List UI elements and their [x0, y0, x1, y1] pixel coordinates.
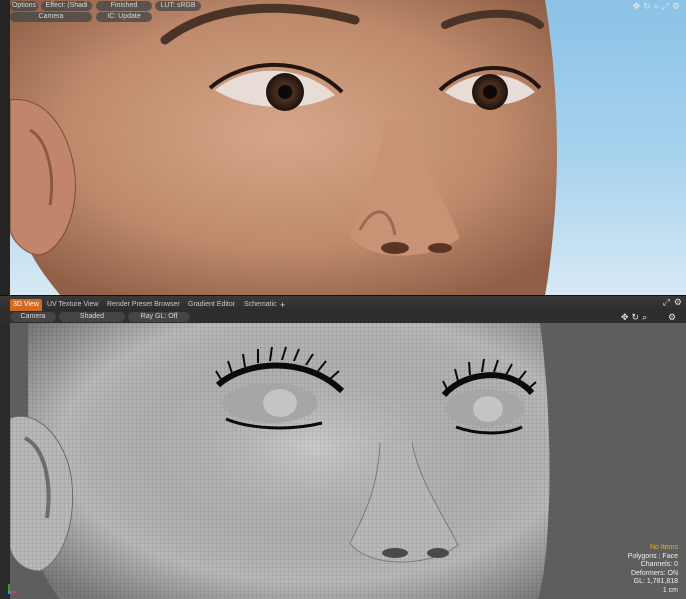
- viewport-camera-dropdown[interactable]: Camera: [10, 312, 56, 322]
- rotate-icon[interactable]: ↻: [643, 1, 651, 12]
- deformers-info: Deformers: ON: [630, 569, 678, 577]
- polygons-info: Polygons : Face: [627, 552, 678, 560]
- viewport-settings: ⚙: [668, 312, 676, 323]
- settings-icon[interactable]: ⚙: [668, 312, 676, 323]
- camera-dropdown[interactable]: Camera: [10, 12, 92, 22]
- lut-dropdown[interactable]: LUT: sRGB: [155, 1, 201, 11]
- viewport-info-panel: No Items Polygons : Face Channels: 0 Def…: [628, 544, 678, 595]
- render-preview: Options Effect: (Shadi Finished LUT: sRG…: [0, 0, 686, 295]
- render-image: [9, 0, 557, 295]
- maximize-icon[interactable]: ⤢: [662, 1, 669, 12]
- move-icon[interactable]: ✥: [633, 1, 641, 12]
- zoom-icon[interactable]: ⌕: [654, 1, 659, 12]
- viewport-left-border: [0, 323, 10, 599]
- 3d-viewport[interactable]: No Items Polygons : Face Channels: 0 Def…: [0, 323, 686, 599]
- rotate-icon[interactable]: ↻: [632, 312, 640, 323]
- shaded-dropdown[interactable]: Shaded: [59, 312, 125, 322]
- render-nav-icons: ✥ ↻ ⌕ ⤢ ⚙: [633, 1, 680, 12]
- settings-icon[interactable]: ⚙: [674, 297, 682, 308]
- viewport-toolbar: Camera Shaded Ray GL: Off ✥ ↻ ⌕ ⚙: [0, 311, 686, 323]
- wireframe-mesh: [9, 323, 550, 599]
- settings-icon[interactable]: ⚙: [672, 1, 680, 12]
- render-left-border: [0, 0, 10, 295]
- ray-gl-toggle[interactable]: Ray GL: Off: [128, 312, 190, 322]
- channels-info: Channels: 0: [640, 561, 678, 568]
- viewport-nav-icons: ✥ ↻ ⌕: [621, 312, 647, 323]
- tab-gradient-editor[interactable]: Gradient Editor: [185, 299, 238, 311]
- options-button[interactable]: Options: [10, 1, 38, 11]
- selection-info: No Items: [649, 544, 678, 551]
- gl-info: GL: 1,781,818: [633, 578, 678, 585]
- effect-dropdown[interactable]: Effect: (Shadi: [41, 1, 92, 11]
- tab-render-preset-browser[interactable]: Render Preset Browser: [104, 299, 183, 311]
- add-tab-button[interactable]: +: [277, 299, 288, 311]
- ic-update-button[interactable]: IC: Update: [96, 12, 152, 22]
- zoom-icon[interactable]: ⌕: [642, 312, 647, 323]
- viewport-tab-bar: 3D View UV Texture View Render Preset Br…: [0, 295, 686, 312]
- expand-icon[interactable]: ⤢: [663, 297, 670, 308]
- scale-info: 1 cm: [662, 586, 678, 594]
- tab-3d-view[interactable]: 3D View: [10, 299, 42, 311]
- panel-controls: ⤢ ⚙: [663, 297, 682, 308]
- move-icon[interactable]: ✥: [621, 312, 629, 323]
- tab-uv-texture-view[interactable]: UV Texture View: [44, 299, 102, 311]
- tab-schematic[interactable]: Schematic: [241, 299, 280, 311]
- axis-gizmo-icon: [6, 581, 20, 595]
- finished-dropdown[interactable]: Finished: [96, 1, 152, 11]
